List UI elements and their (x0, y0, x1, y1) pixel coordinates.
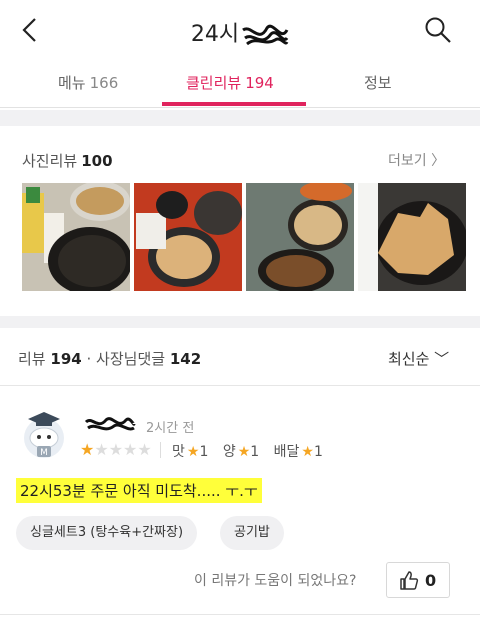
photo-thumbnail[interactable] (358, 183, 466, 291)
star-filled: ★ (80, 440, 95, 459)
rating-taste: 맛 ★1 (172, 444, 209, 460)
tab-clean-reviews-count: 194 (245, 74, 274, 92)
helpful-question: 이 리뷰가 도움이 되었나요? (194, 573, 357, 589)
section-divider (0, 110, 480, 126)
rating-delivery: 배달 ★1 (273, 444, 323, 460)
review-label: 리뷰 (18, 350, 46, 368)
star-icon: ★ (186, 444, 200, 460)
redaction-scribble (242, 24, 289, 46)
page-title: 24시 (0, 16, 480, 48)
app-header: 24시 (0, 0, 480, 60)
sort-dropdown[interactable]: 최신순 ﹀ (388, 348, 449, 369)
menu-chip[interactable]: 공기밥 (220, 516, 284, 550)
reviews-summary-bar: 리뷰 194 · 사장님댓글 142 최신순 ﹀ (0, 328, 480, 386)
photo-reviews-count: 100 (81, 152, 113, 170)
thumbs-up-icon (400, 571, 419, 590)
tab-info-label: 정보 (364, 74, 392, 92)
photo-thumbnail[interactable] (22, 183, 130, 291)
tab-clean-reviews-label: 클린리뷰 (186, 74, 242, 92)
review-count-summary: 리뷰 194 · 사장님댓글 142 (18, 348, 201, 369)
avatar[interactable]: M (18, 408, 70, 460)
review-count: 194 (50, 350, 82, 368)
sub-ratings: 맛 ★1 양 ★1 배달 ★1 (172, 441, 333, 461)
active-tab-indicator (162, 102, 306, 106)
tab-menu[interactable]: 메뉴 166 (58, 72, 118, 93)
like-count: 0 (425, 571, 437, 590)
photo-reviews-header: 사진리뷰 100 (22, 150, 113, 171)
tab-clean-reviews[interactable]: 클린리뷰 194 (186, 72, 274, 93)
like-button[interactable]: 0 (386, 562, 450, 598)
rating-divider (160, 442, 161, 458)
photo-reviews-label: 사진리뷰 (22, 152, 78, 170)
star-icon: ★ (237, 444, 251, 460)
page-title-text: 24시 (190, 22, 240, 47)
tab-bar: 메뉴 166 클린리뷰 194 정보 (0, 62, 480, 108)
photo-thumbnail[interactable] (246, 183, 354, 291)
svg-text:M: M (40, 448, 48, 458)
menu-chip[interactable]: 싱글세트3 (탕수육+간짜장) (16, 516, 198, 550)
divider (0, 614, 480, 615)
star-empty: ★★★★ (94, 440, 152, 459)
redacted-username (84, 417, 136, 431)
summary-separator: · (86, 350, 92, 368)
tab-menu-label: 메뉴 (58, 74, 86, 92)
owner-reply-count: 142 (169, 350, 202, 368)
photo-thumbnail[interactable] (134, 183, 242, 291)
more-link[interactable]: 더보기 〉 (388, 150, 445, 170)
section-divider (0, 316, 480, 328)
review-text: 22시53분 주문 아직 미도착..... ㅜ.ㅜ (16, 478, 262, 503)
search-icon[interactable] (424, 16, 452, 44)
star-icon: ★ (301, 444, 314, 460)
tab-menu-count: 166 (89, 74, 119, 92)
rating-quantity: 양 ★1 (222, 444, 260, 460)
star-rating: ★★★★★ (80, 440, 152, 459)
review-time: 2시간 전 (146, 421, 195, 436)
tab-info[interactable]: 정보 (364, 72, 392, 93)
owner-reply-label: 사장님댓글 (96, 350, 166, 368)
